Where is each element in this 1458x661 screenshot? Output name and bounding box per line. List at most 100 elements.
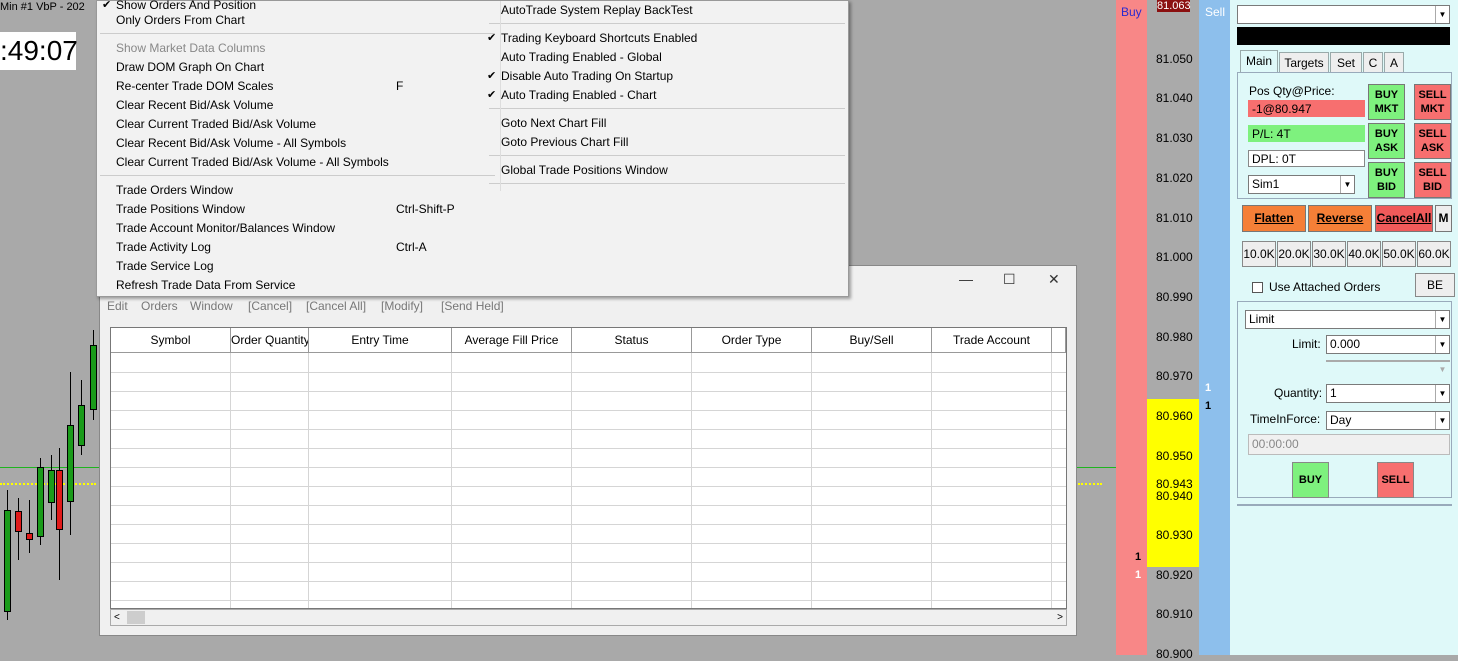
table-row[interactable] xyxy=(111,505,1066,506)
table-row[interactable] xyxy=(111,372,1066,373)
use-attached-checkbox[interactable] xyxy=(1252,282,1263,293)
table-row[interactable] xyxy=(111,448,1066,449)
m-button[interactable]: M xyxy=(1435,205,1452,232)
be-button[interactable]: BE xyxy=(1415,273,1455,297)
menu-item[interactable]: Trading Keyboard Shortcuts Enabled xyxy=(501,31,697,45)
sell-mkt-button[interactable]: SELL MKT xyxy=(1414,84,1451,120)
price-level[interactable]: 80.990 xyxy=(1156,290,1193,304)
column-header[interactable]: Order Quantity xyxy=(231,328,309,353)
flatten-button[interactable]: Flatten xyxy=(1242,205,1306,232)
menu-item[interactable]: Clear Current Traded Bid/Ask Volume xyxy=(116,117,316,131)
price-level[interactable]: 80.930 xyxy=(1156,528,1193,542)
tab-targets[interactable]: Targets xyxy=(1279,52,1329,72)
quantity-input[interactable]: 1 ▼ xyxy=(1326,384,1450,403)
menu-item[interactable]: Show Orders And Position xyxy=(116,0,256,12)
column-header[interactable]: Entry Time xyxy=(309,328,452,353)
dom-price-column[interactable]: 81.063 81.050 81.040 81.030 81.020 81.010 81.… xyxy=(1147,0,1199,661)
table-row[interactable] xyxy=(111,391,1066,392)
price-level[interactable]: 80.980 xyxy=(1156,330,1193,344)
column-header[interactable]: Trade Account xyxy=(932,328,1052,353)
qty-button[interactable]: 50.0K xyxy=(1382,241,1416,267)
menu-item[interactable]: Global Trade Positions Window xyxy=(501,163,668,177)
account-select[interactable]: Sim1 ▼ xyxy=(1248,175,1355,194)
buy-button[interactable]: BUY xyxy=(1292,462,1329,498)
menu-item[interactable]: Draw DOM Graph On Chart xyxy=(116,60,264,74)
menu-item[interactable]: Goto Next Chart Fill xyxy=(501,116,606,130)
menu-item[interactable]: Auto Trading Enabled - Global xyxy=(501,50,662,64)
buy-mkt-button[interactable]: BUY MKT xyxy=(1368,84,1405,120)
price-level[interactable]: 81.030 xyxy=(1156,131,1193,145)
table-row[interactable] xyxy=(111,429,1066,430)
column-header[interactable]: Order Type xyxy=(692,328,812,353)
table-row[interactable] xyxy=(111,524,1066,525)
price-level[interactable]: 81.020 xyxy=(1156,171,1193,185)
reverse-button[interactable]: Reverse xyxy=(1308,205,1372,232)
table-row[interactable] xyxy=(111,410,1066,411)
qty-button[interactable]: 20.0K xyxy=(1277,241,1311,267)
qty-button[interactable]: 30.0K xyxy=(1312,241,1346,267)
price-level[interactable]: 80.950 xyxy=(1156,449,1193,463)
menu-window[interactable]: Window xyxy=(190,299,233,313)
tif-select[interactable]: Day ▼ xyxy=(1326,411,1450,430)
menu-item[interactable]: Re-center Trade DOM Scales xyxy=(116,79,273,93)
buy-ask-button[interactable]: BUY ASK xyxy=(1368,123,1405,159)
tab-c[interactable]: C xyxy=(1363,52,1383,72)
time-input[interactable]: 00:00:00 xyxy=(1248,434,1450,455)
qty-button[interactable]: 60.0K xyxy=(1417,241,1451,267)
tab-a[interactable]: A xyxy=(1384,52,1404,72)
price-level[interactable]: 80.910 xyxy=(1156,607,1193,621)
menu-item[interactable]: Disable Auto Trading On Startup xyxy=(501,69,673,83)
menu-item[interactable]: Clear Current Traded Bid/Ask Volume - Al… xyxy=(116,155,389,169)
sell-bid-button[interactable]: SELL BID xyxy=(1414,162,1451,198)
table-row[interactable] xyxy=(111,562,1066,563)
column-header[interactable]: Average Fill Price xyxy=(452,328,572,353)
menu-item[interactable]: Trade Positions Window xyxy=(116,202,245,216)
scroll-left-icon[interactable]: < xyxy=(114,610,120,625)
menu-item[interactable]: Trade Account Monitor/Balances Window xyxy=(116,221,335,235)
qty-button[interactable]: 10.0K xyxy=(1242,241,1276,267)
stop-input[interactable]: ▼ xyxy=(1326,360,1450,374)
menu-item[interactable]: Show Market Data Columns xyxy=(116,41,265,55)
table-row[interactable] xyxy=(111,600,1066,601)
qty-button[interactable]: 40.0K xyxy=(1347,241,1381,267)
price-level[interactable]: 81.010 xyxy=(1156,211,1193,225)
scroll-right-icon[interactable]: > xyxy=(1057,610,1063,625)
menu-modify[interactable]: [Modify] xyxy=(381,299,423,313)
sell-ask-button[interactable]: SELL ASK xyxy=(1414,123,1451,159)
price-level[interactable]: 80.900 xyxy=(1156,647,1193,661)
column-header[interactable]: Status xyxy=(572,328,692,353)
price-level[interactable]: 80.920 xyxy=(1156,568,1193,582)
orders-grid[interactable]: Symbol Order Quantity Entry Time Average Fi… xyxy=(110,327,1067,609)
menu-orders[interactable]: Orders xyxy=(141,299,178,313)
menu-item[interactable]: AutoTrade System Replay BackTest xyxy=(501,3,693,17)
table-row[interactable] xyxy=(111,486,1066,487)
cancel-all-button[interactable]: CancelAll xyxy=(1375,205,1433,232)
column-header[interactable]: Buy/Sell xyxy=(812,328,932,353)
order-type-select[interactable]: Limit ▼ xyxy=(1245,310,1450,329)
buy-bid-button[interactable]: BUY BID xyxy=(1368,162,1405,198)
limit-input[interactable]: 0.000 ▼ xyxy=(1326,335,1450,354)
table-row[interactable] xyxy=(111,543,1066,544)
minimize-icon[interactable]: — xyxy=(959,271,973,287)
table-row[interactable] xyxy=(111,467,1066,468)
price-level[interactable]: 80.940 xyxy=(1156,489,1193,503)
menu-item[interactable]: Clear Recent Bid/Ask Volume xyxy=(116,98,273,112)
table-row[interactable] xyxy=(111,581,1066,582)
menu-item[interactable]: Trade Service Log xyxy=(116,259,214,273)
close-icon[interactable]: ✕ xyxy=(1048,271,1060,288)
menu-cancel[interactable]: [Cancel] xyxy=(248,299,292,313)
price-level[interactable]: 81.040 xyxy=(1156,91,1193,105)
menu-item[interactable]: Trade Activity Log xyxy=(116,240,211,254)
menu-item[interactable]: Trade Orders Window xyxy=(116,183,233,197)
symbol-select[interactable]: ▼ xyxy=(1237,5,1450,24)
price-level[interactable]: 81.000 xyxy=(1156,250,1193,264)
price-level[interactable]: 80.960 xyxy=(1156,409,1193,423)
maximize-icon[interactable]: ☐ xyxy=(1003,271,1016,288)
scroll-thumb[interactable] xyxy=(127,611,145,624)
dom-sell-column[interactable]: Sell 1 1 xyxy=(1199,0,1230,655)
sell-button[interactable]: SELL xyxy=(1377,462,1414,498)
price-level[interactable]: 80.970 xyxy=(1156,369,1193,383)
menu-item[interactable]: Refresh Trade Data From Service xyxy=(116,278,295,292)
menu-item[interactable]: Clear Recent Bid/Ask Volume - All Symbol… xyxy=(116,136,346,150)
horizontal-scrollbar[interactable]: < > xyxy=(110,609,1067,626)
